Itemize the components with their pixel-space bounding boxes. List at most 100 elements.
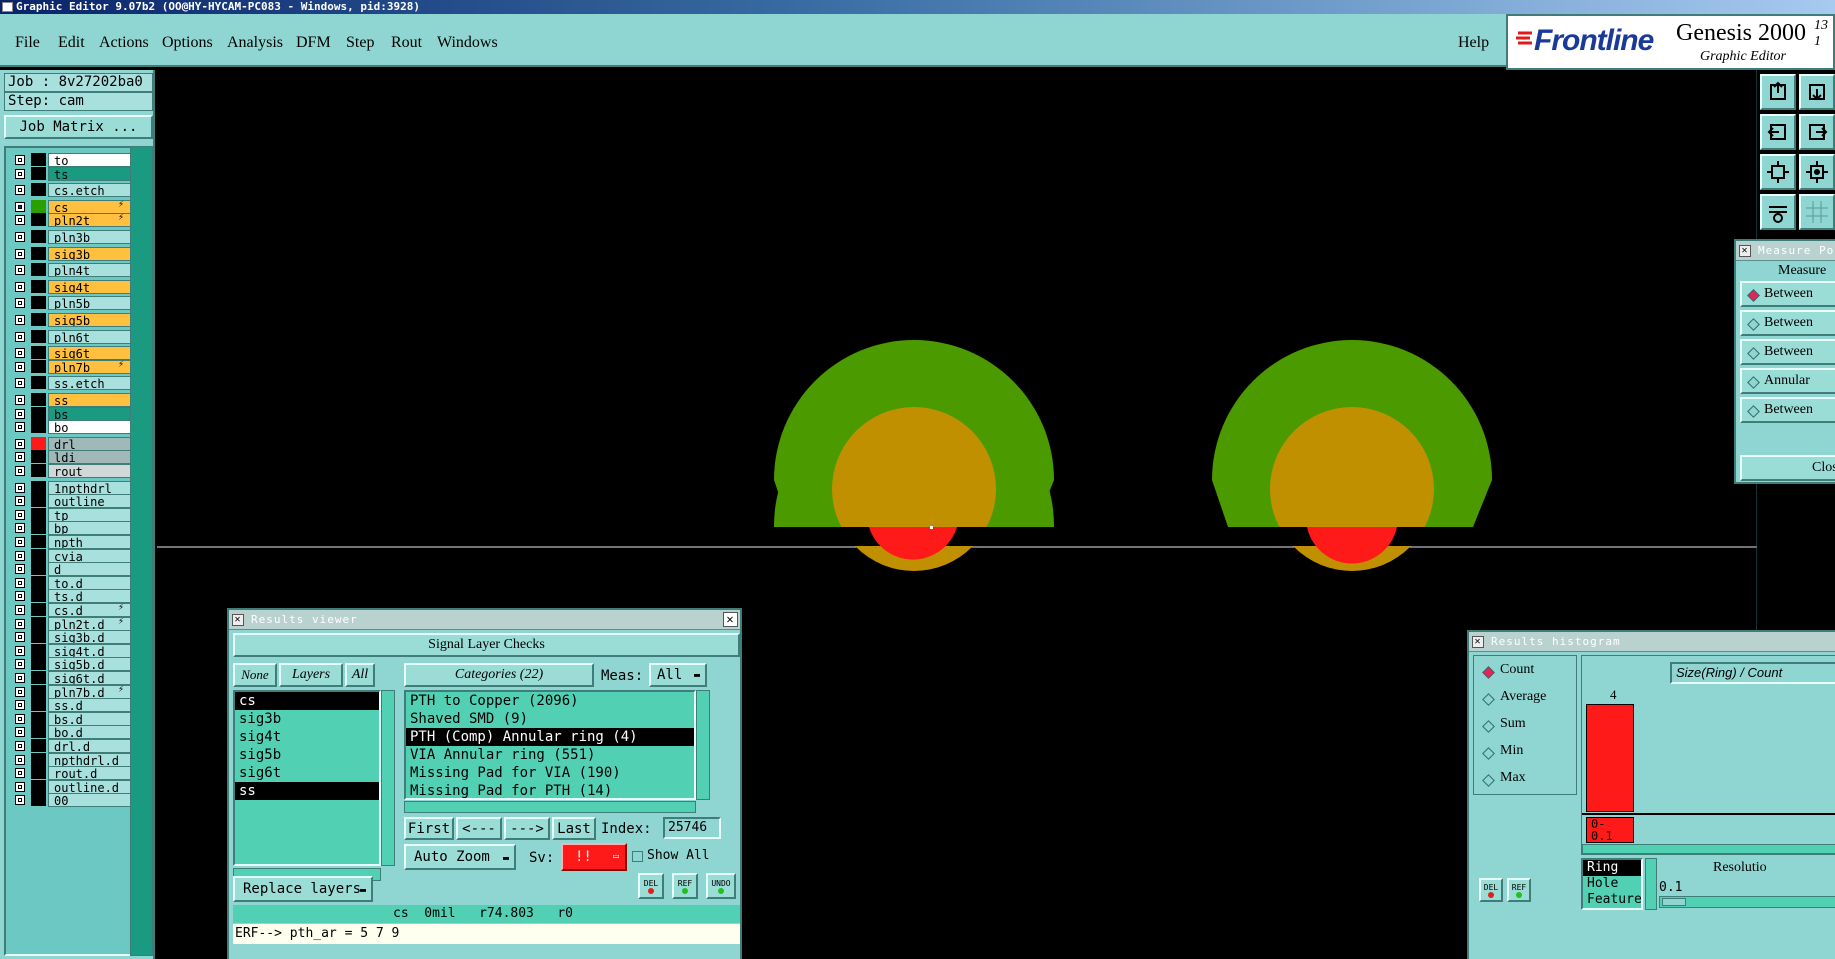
layer-checkbox[interactable] [15, 686, 25, 697]
layer-name[interactable]: pln4t [48, 263, 134, 278]
layer-name[interactable]: pln3b [48, 230, 134, 244]
zoom-fit-icon[interactable] [1760, 154, 1796, 190]
layer-row[interactable]: cs.etch [12, 182, 134, 198]
layer-checkbox[interactable] [15, 564, 25, 575]
measure-option-3[interactable]: Between [1740, 339, 1835, 365]
layer-name[interactable]: rout [48, 464, 134, 478]
category-list-item[interactable]: VIA Annular ring (551) [406, 746, 694, 764]
layer-checkbox[interactable] [15, 232, 25, 242]
layer-checkbox[interactable] [15, 168, 25, 179]
layer-checkbox[interactable] [15, 378, 25, 389]
layer-checkbox[interactable] [15, 645, 25, 656]
layer-checkbox[interactable] [15, 201, 25, 212]
layer-checkbox[interactable] [15, 281, 25, 292]
index-input[interactable]: 25746 [663, 817, 721, 839]
layer-name[interactable]: sig4t [48, 279, 134, 294]
layer-list-item[interactable]: ss [235, 782, 379, 800]
layer-checkbox[interactable] [15, 659, 25, 670]
measure-option-4[interactable]: Annular [1740, 368, 1835, 394]
layer-row[interactable]: pln2t ⚡ [12, 212, 134, 228]
layer-checkbox[interactable] [15, 395, 25, 405]
layer-checkbox[interactable] [15, 781, 25, 792]
layer-row[interactable]: pln7b ⚡ [12, 359, 134, 374]
layer-list-item[interactable]: cs [235, 692, 379, 710]
mode-average[interactable]: Average [1474, 689, 1574, 711]
category-list-item[interactable]: Shaved SMD (9) [406, 710, 694, 728]
histogram-bin-label[interactable]: 0- 0.1 [1586, 817, 1634, 843]
undo-button[interactable]: UNDO [706, 873, 736, 899]
histogram-list-item[interactable]: Ring [1583, 860, 1641, 876]
layer-checkbox[interactable] [15, 795, 25, 806]
layers-scrollbar[interactable] [381, 690, 395, 866]
menu-analysis[interactable]: Analysis [227, 34, 283, 52]
layer-checkbox[interactable] [15, 605, 25, 615]
layer-name[interactable]: ts [48, 166, 134, 181]
menu-help[interactable]: Help [1458, 34, 1489, 52]
layer-row[interactable]: sig3b [12, 246, 134, 261]
layer-row[interactable]: ss.etch [12, 375, 134, 391]
layer-checkbox[interactable] [15, 727, 25, 738]
layer-checkbox[interactable] [15, 700, 25, 711]
hist-del-button[interactable]: DEL [1479, 878, 1503, 902]
layer-name[interactable]: ss.etch [48, 376, 134, 391]
layer-row[interactable]: pln4t [12, 262, 134, 278]
layer-checkbox[interactable] [15, 496, 25, 507]
menu-actions[interactable]: Actions [99, 34, 149, 52]
layer-row[interactable]: ts [12, 166, 134, 181]
layer-list-item[interactable]: sig5b [235, 746, 379, 764]
layer-name[interactable]: bo [48, 420, 134, 435]
resolution-slider-thumb[interactable] [1662, 898, 1686, 906]
menu-dfm[interactable]: DFM [296, 34, 331, 52]
close-icon[interactable]: ✕ [1739, 245, 1751, 257]
category-list-item[interactable]: Missing Pad for PTH (14) [406, 782, 694, 798]
layer-row[interactable]: rout [12, 463, 134, 478]
histogram-list-item[interactable]: Feature [1583, 892, 1641, 908]
none-button[interactable]: None [233, 663, 277, 687]
layer-checkbox[interactable] [15, 509, 25, 520]
layer-checkbox[interactable] [15, 466, 25, 476]
window-close-icon[interactable]: ✕ [723, 612, 738, 627]
layer-list-item[interactable]: sig6t [235, 764, 379, 782]
layer-name[interactable]: cs.etch [48, 183, 134, 198]
next-button[interactable]: ---> [504, 817, 550, 840]
measure-option-5[interactable]: Between [1740, 397, 1835, 423]
histogram-bar[interactable] [1586, 704, 1634, 812]
layer-checkbox[interactable] [15, 361, 25, 372]
hist-ref-button[interactable]: REF [1507, 878, 1531, 902]
measure-option-1[interactable]: Between [1740, 281, 1835, 307]
layer-row[interactable]: pln3b [12, 229, 134, 244]
layer-checkbox[interactable] [15, 452, 25, 463]
category-list-item[interactable]: Missing Pad for VIA (190) [406, 764, 694, 782]
layer-checkbox[interactable] [15, 577, 25, 588]
layers-button[interactable]: Layers [279, 663, 343, 687]
replace-layers-dropdown[interactable]: Replace layers ▬ [233, 876, 373, 902]
menu-file[interactable]: File [15, 34, 40, 52]
layer-checkbox[interactable] [15, 422, 25, 433]
mode-sum[interactable]: Sum [1474, 716, 1574, 738]
layer-checkbox[interactable] [15, 768, 25, 779]
layer-checkbox[interactable] [15, 537, 25, 547]
layer-list-item[interactable]: sig3b [235, 710, 379, 728]
del-button[interactable]: DEL [638, 873, 664, 899]
resolution-slider[interactable] [1659, 896, 1835, 908]
menu-edit[interactable]: Edit [58, 34, 85, 52]
measure-close-button[interactable]: Clos [1740, 455, 1835, 481]
layer-checkbox[interactable] [15, 673, 25, 683]
layer-row[interactable]: pln5b [12, 295, 134, 311]
ref-button[interactable]: REF [672, 873, 698, 899]
view-right-icon[interactable] [1799, 114, 1835, 150]
mode-min[interactable]: Min [1474, 743, 1574, 765]
histogram-type-list[interactable]: Ring Hole Feature [1581, 858, 1643, 910]
view-top-icon[interactable] [1760, 74, 1796, 110]
layer-name[interactable]: sig5b [48, 313, 134, 327]
layer-checkbox[interactable] [15, 741, 25, 751]
layer-row[interactable]: sig4t [12, 279, 134, 294]
settings-tools-icon[interactable] [1760, 194, 1796, 230]
layer-checkbox[interactable] [15, 215, 25, 226]
layer-name[interactable]: sig3b [48, 246, 134, 261]
view-left-icon[interactable] [1760, 114, 1796, 150]
prev-button[interactable]: <--- [456, 817, 502, 840]
mode-count[interactable]: Count [1474, 662, 1574, 684]
mode-max[interactable]: Max [1474, 770, 1574, 792]
histogram-list-scrollbar[interactable] [1645, 858, 1657, 910]
